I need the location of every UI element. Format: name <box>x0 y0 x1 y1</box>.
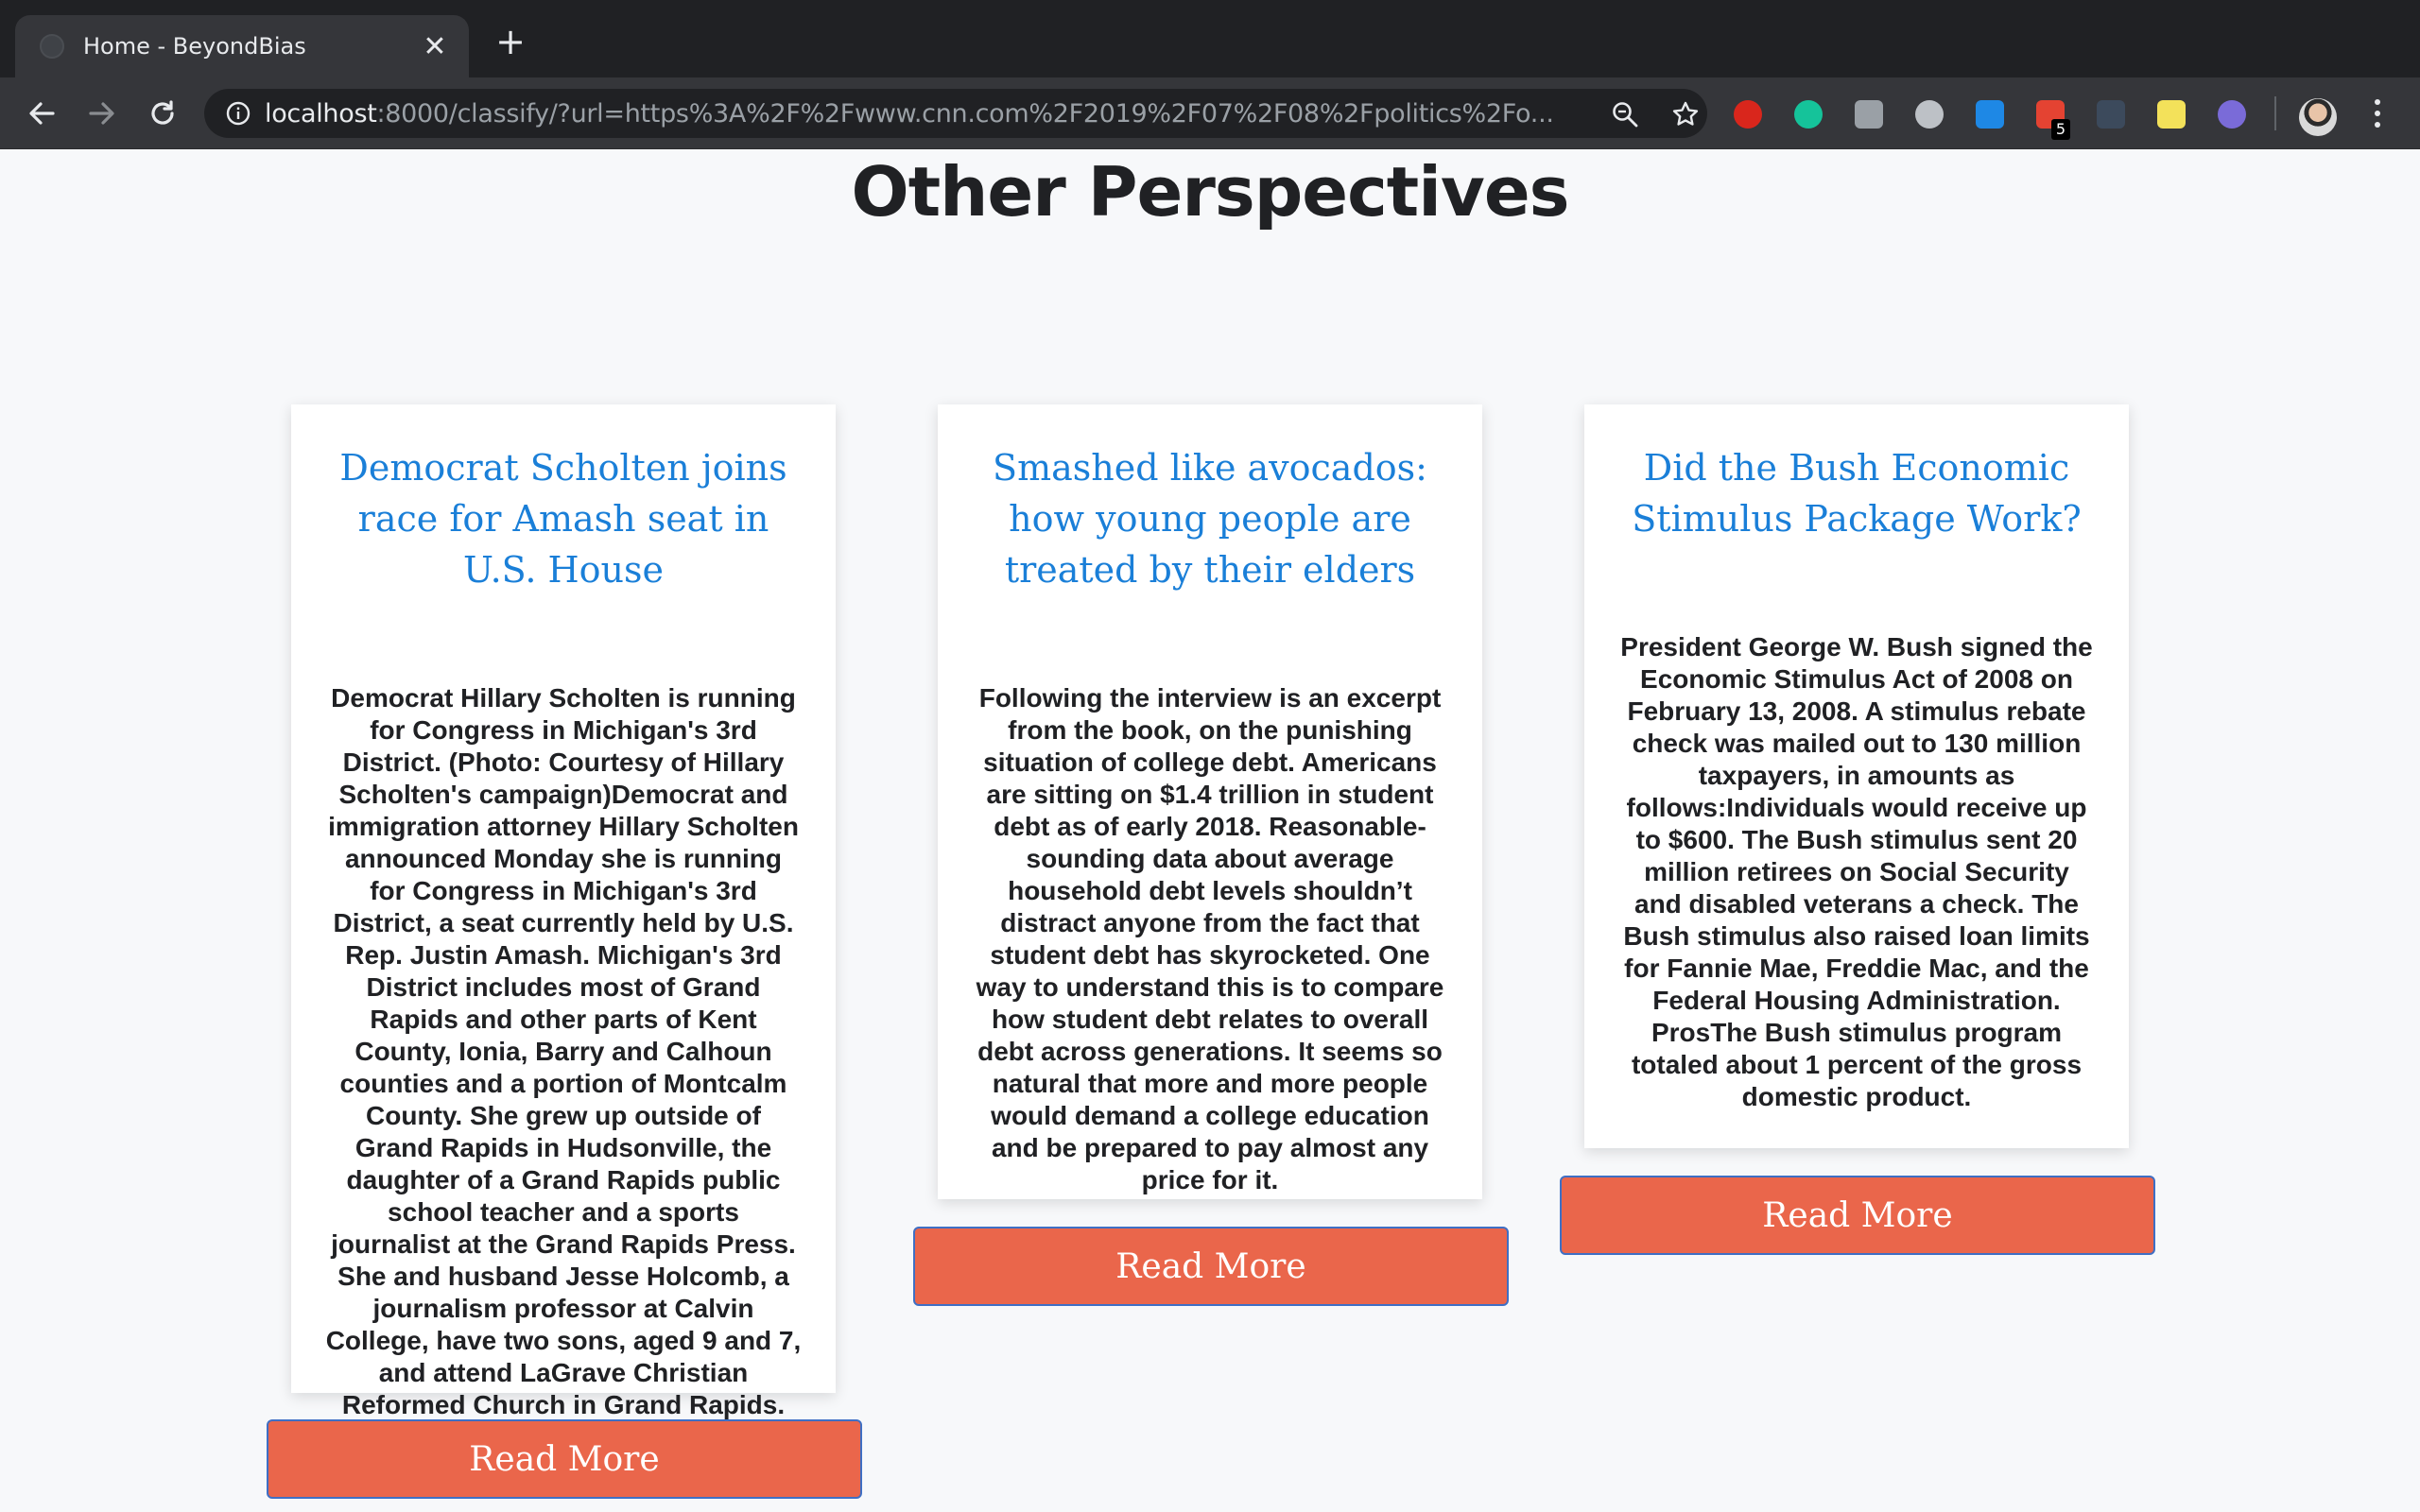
reload-icon <box>151 100 174 125</box>
grammarly-extension-icon[interactable] <box>1794 100 1823 129</box>
browser-tab[interactable]: Home - BeyondBias ✕ <box>15 15 469 77</box>
extension-badge: 5 <box>2051 119 2070 140</box>
toolbar-divider <box>2274 96 2276 130</box>
adblock-extension-icon[interactable] <box>1734 100 1762 129</box>
url-text[interactable]: localhost:8000/classify/?url=https%3A%2F… <box>265 99 1626 129</box>
info-icon[interactable] <box>225 100 251 127</box>
tab-strip: Home - BeyondBias ✕ + <box>0 0 2420 77</box>
browser-toolbar: localhost:8000/classify/?url=https%3A%2F… <box>0 77 2420 149</box>
back-button[interactable] <box>23 94 60 132</box>
zoom-icon[interactable] <box>1611 100 1639 129</box>
article-title-link[interactable]: Democrat Scholten joins race for Amash s… <box>325 404 802 595</box>
new-tab-button[interactable]: + <box>492 23 529 60</box>
article-summary: Following the interview is an excerpt fr… <box>976 683 1444 1194</box>
article-card-3: Did the Bush Economic Stimulus Package W… <box>1584 404 2129 1148</box>
font-extension-icon[interactable] <box>1855 100 1883 129</box>
close-tab-icon[interactable]: ✕ <box>416 30 454 63</box>
reload-button[interactable] <box>144 94 182 132</box>
forward-button[interactable] <box>83 94 121 132</box>
read-more-button[interactable]: Read More <box>267 1419 862 1499</box>
arrow-left-icon <box>29 102 55 125</box>
article-summary: Democrat Hillary Scholten is running for… <box>325 683 802 1419</box>
note-extension-icon[interactable] <box>2157 100 2186 129</box>
glasses-extension-icon[interactable] <box>2218 100 2246 129</box>
article-card-2: Smashed like avocados: how young people … <box>938 404 1482 1199</box>
read-more-button[interactable]: Read More <box>913 1227 1509 1306</box>
window-extension-icon[interactable] <box>1976 100 2004 129</box>
article-card-1: Democrat Scholten joins race for Amash s… <box>291 404 836 1419</box>
address-bar[interactable]: localhost:8000/classify/?url=https%3A%2F… <box>204 89 1707 138</box>
article-title-link[interactable]: Smashed like avocados: how young people … <box>972 404 1448 595</box>
dots-extension-icon[interactable] <box>2097 100 2125 129</box>
menu-icon[interactable] <box>2363 96 2392 130</box>
arrow-right-icon <box>89 102 114 125</box>
globe-icon <box>40 34 64 59</box>
article-title-link[interactable]: Did the Bush Economic Stimulus Package W… <box>1618 404 2095 544</box>
read-more-button[interactable]: Read More <box>1560 1176 2155 1255</box>
game-controller-extension-icon[interactable] <box>1915 100 1944 129</box>
page-title: Other Perspectives <box>851 152 1569 232</box>
article-summary: President George W. Bush signed the Econ… <box>1620 632 2093 1111</box>
tab-title: Home - BeyondBias <box>83 33 306 60</box>
star-icon[interactable] <box>1671 100 1700 129</box>
profile-avatar[interactable] <box>2299 98 2337 136</box>
